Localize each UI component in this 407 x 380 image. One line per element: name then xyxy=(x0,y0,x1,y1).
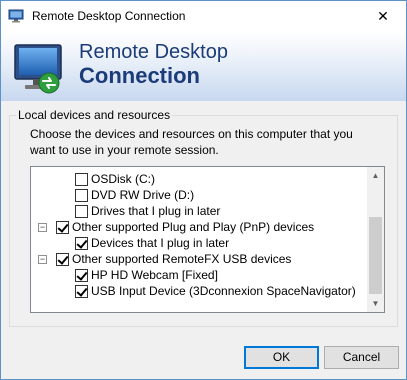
banner: Remote Desktop Connection xyxy=(1,31,406,101)
tree-item[interactable]: Other supported RemoteFX USB devices xyxy=(56,251,291,267)
tree-item-label: DVD RW Drive (D:) xyxy=(91,188,195,202)
cancel-button[interactable]: Cancel xyxy=(324,346,399,369)
banner-title-line1: Remote Desktop xyxy=(79,41,228,63)
tree-item-label: Other supported Plug and Play (PnP) devi… xyxy=(72,220,315,234)
tree-item[interactable]: Drives that I plug in later xyxy=(75,203,220,219)
checkbox-checked[interactable] xyxy=(56,252,69,266)
tree-item[interactable]: DVD RW Drive (D:) xyxy=(75,187,194,203)
checkbox-checked[interactable] xyxy=(75,284,88,298)
tree-item-label: Other supported RemoteFX USB devices xyxy=(72,252,292,266)
dialog-window: Remote Desktop Connection ✕ Remote Deskt… xyxy=(0,0,407,380)
collapse-icon[interactable]: − xyxy=(38,223,47,232)
tree-item[interactable]: Devices that I plug in later xyxy=(75,235,229,251)
scroll-down-icon[interactable]: ▼ xyxy=(367,295,384,312)
tree-item-label: USB Input Device (3Dconnexion SpaceNavig… xyxy=(91,284,356,298)
scrollbar-thumb[interactable] xyxy=(369,217,382,294)
devices-tree[interactable]: OSDisk (C:) DVD RW Drive (D:) Drives that … xyxy=(30,166,385,313)
vertical-scrollbar[interactable]: ▲ ▼ xyxy=(367,167,384,312)
close-icon[interactable]: ✕ xyxy=(360,1,406,31)
checkbox-unchecked[interactable] xyxy=(75,204,88,218)
tree-item-label: Devices that I plug in later xyxy=(91,236,230,250)
banner-title-line2: Connection xyxy=(79,63,200,88)
scroll-up-icon[interactable]: ▲ xyxy=(367,167,384,184)
group-description: Choose the devices and resources on this… xyxy=(30,127,353,157)
checkbox-unchecked[interactable] xyxy=(75,188,88,202)
checkbox-checked[interactable] xyxy=(75,268,88,282)
ok-button[interactable]: OK xyxy=(244,346,319,369)
tree-item[interactable]: USB Input Device (3Dconnexion SpaceNavig… xyxy=(75,283,356,299)
tree-item[interactable]: OSDisk (C:) xyxy=(75,171,155,187)
tree-item-label: Drives that I plug in later xyxy=(91,204,221,218)
window-title: Remote Desktop Connection xyxy=(32,9,186,23)
tree-item[interactable]: Other supported Plug and Play (PnP) devi… xyxy=(56,219,314,235)
checkbox-checked[interactable] xyxy=(56,220,69,234)
collapse-icon[interactable]: − xyxy=(38,255,47,264)
title-bar[interactable]: Remote Desktop Connection ✕ xyxy=(1,1,406,31)
tree-item-label: OSDisk (C:) xyxy=(91,172,155,186)
checkbox-checked[interactable] xyxy=(75,236,88,250)
remote-desktop-monitor-icon xyxy=(14,44,62,94)
tree-item-label: HP HD Webcam [Fixed] xyxy=(91,268,218,282)
remote-desktop-icon xyxy=(8,9,24,23)
group-label: Local devices and resources xyxy=(16,108,173,122)
checkbox-unchecked[interactable] xyxy=(75,172,88,186)
tree-item[interactable]: HP HD Webcam [Fixed] xyxy=(75,267,218,283)
